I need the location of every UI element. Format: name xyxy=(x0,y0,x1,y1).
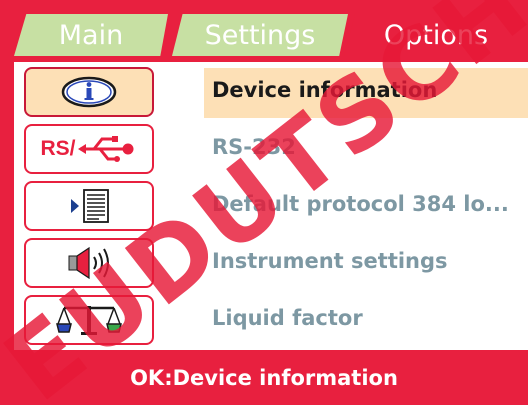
usb-icon xyxy=(77,136,133,162)
tab-bar: Main Settings Options xyxy=(0,0,528,62)
menu-item-icon-box xyxy=(24,67,154,117)
rs-label: RS/ xyxy=(40,137,76,160)
menu-item-label: Liquid factor xyxy=(212,306,363,330)
footer-text: OK:Device information xyxy=(130,365,398,390)
speaker-icon xyxy=(68,246,109,280)
menu-item-device-information[interactable]: Device information xyxy=(14,62,528,118)
menu-item-liquid-factor[interactable]: Liquid factor xyxy=(14,290,528,346)
menu-item-label: RS-232 xyxy=(212,135,296,159)
options-menu: Device information RS/ RS-232 Default pr… xyxy=(14,62,528,350)
tab-main-label: Main xyxy=(58,19,124,51)
menu-item-icon-box: RS/ xyxy=(24,124,154,174)
menu-item-icon-box xyxy=(24,238,154,288)
info-icon xyxy=(61,76,117,108)
device-screen-frame: Main Settings Options Device information… xyxy=(0,0,528,405)
menu-item-label: Device information xyxy=(212,78,438,102)
status-footer: OK:Device information xyxy=(0,350,528,405)
menu-item-label: Default protocol 384 lo... xyxy=(212,192,509,216)
menu-item-icon-box xyxy=(24,295,154,345)
menu-item-instrument-settings[interactable]: Instrument settings xyxy=(14,233,528,289)
tab-settings-label: Settings xyxy=(204,19,316,51)
tab-options[interactable]: Options xyxy=(344,14,528,56)
tab-settings[interactable]: Settings xyxy=(172,14,348,56)
menu-item-label: Instrument settings xyxy=(212,249,448,273)
tab-main[interactable]: Main xyxy=(14,14,168,56)
balance-scale-icon xyxy=(56,306,122,335)
protocol-list-icon xyxy=(71,189,109,223)
menu-item-default-protocol[interactable]: Default protocol 384 lo... xyxy=(14,176,528,232)
menu-item-icon-box xyxy=(24,181,154,231)
tab-options-label: Options xyxy=(383,19,489,51)
menu-item-rs232[interactable]: RS/ RS-232 xyxy=(14,119,528,175)
